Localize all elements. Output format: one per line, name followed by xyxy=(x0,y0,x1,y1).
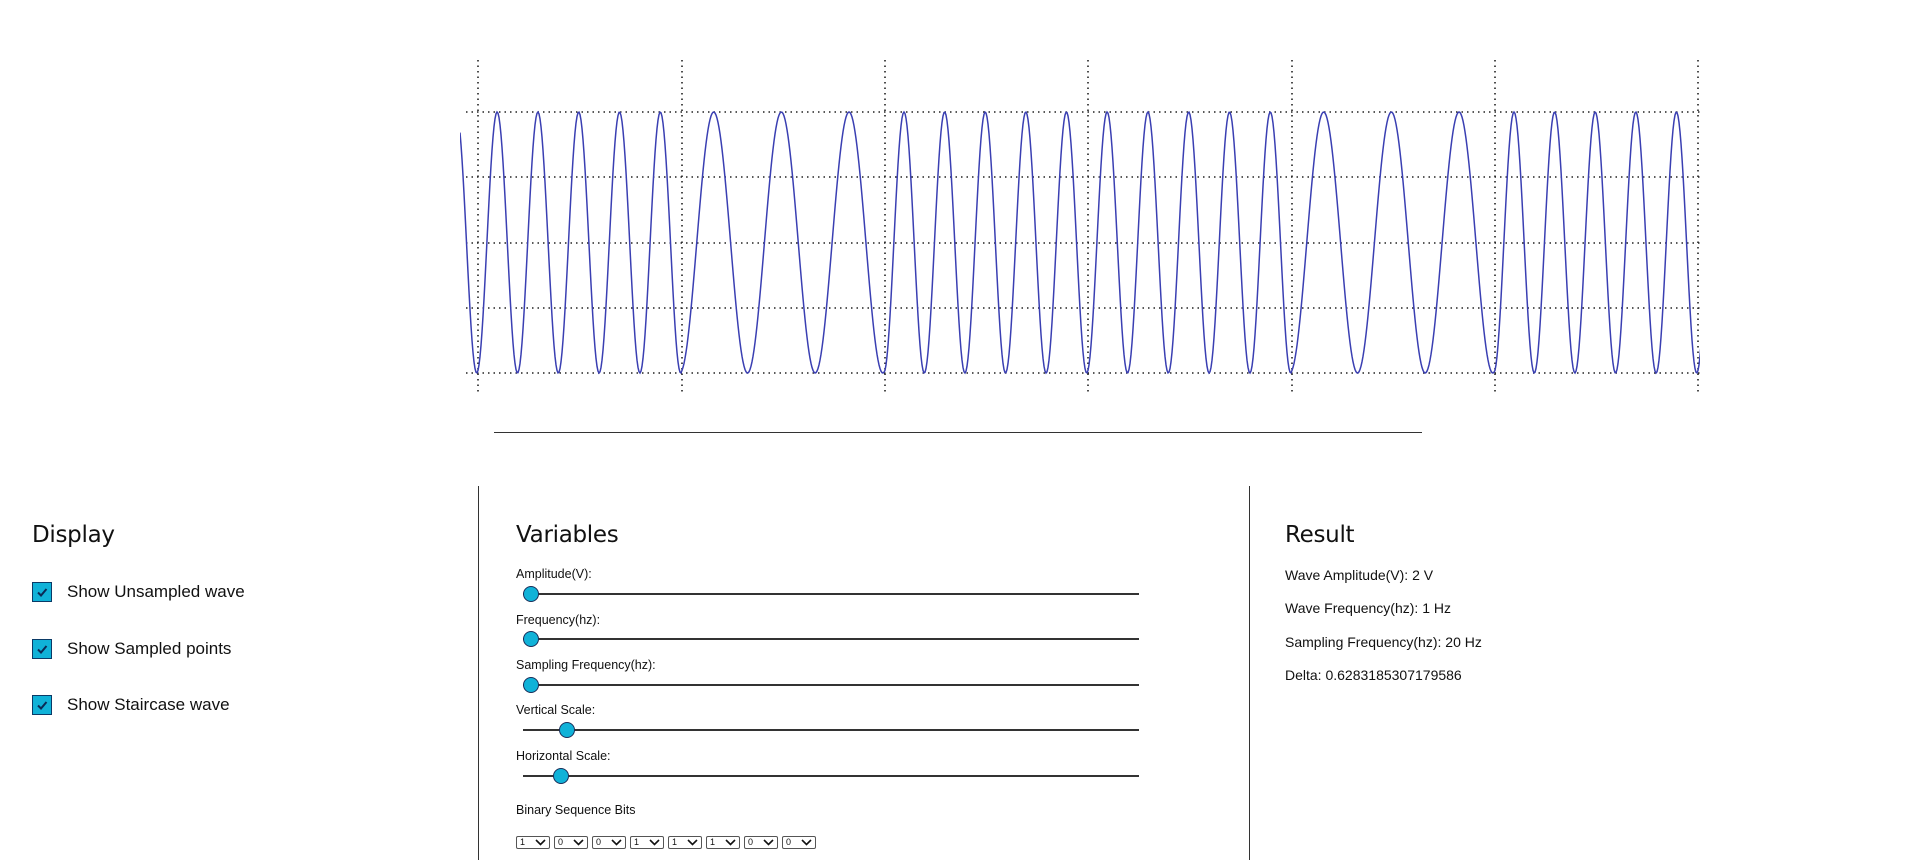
vertical-scale-slider[interactable] xyxy=(523,720,1139,740)
horizontal-scale-label: Horizontal Scale: xyxy=(516,749,611,763)
result-heading: Result xyxy=(1285,522,1355,548)
show-unsampled-wave-option[interactable]: Show Unsampled wave xyxy=(32,582,245,602)
chevron-down-icon xyxy=(725,839,736,846)
slider-track xyxy=(523,684,1139,686)
amplitude-label: Amplitude(V): xyxy=(516,567,592,581)
sampling-frequency-label: Sampling Frequency(hz): xyxy=(516,658,656,672)
chevron-down-icon xyxy=(763,839,774,846)
chevron-down-icon xyxy=(687,839,698,846)
binary-sequence-bits-label: Binary Sequence Bits xyxy=(516,803,636,817)
show-sampled-points-checkbox[interactable] xyxy=(32,639,52,659)
slider-track xyxy=(523,775,1139,777)
bit-select-3[interactable]: 0 xyxy=(592,836,626,849)
chevron-down-icon xyxy=(611,839,622,846)
slider-track xyxy=(523,729,1139,731)
slider-thumb[interactable] xyxy=(523,631,539,647)
sampling-frequency-slider[interactable] xyxy=(523,675,1139,695)
result-wave-frequency: Wave Frequency(hz): 1 Hz xyxy=(1285,600,1451,616)
amplitude-slider[interactable] xyxy=(523,584,1139,604)
bit-select-1[interactable]: 1 xyxy=(516,836,550,849)
slider-thumb[interactable] xyxy=(523,586,539,602)
horizontal-divider xyxy=(494,432,1422,433)
chevron-down-icon xyxy=(649,839,660,846)
result-delta: Delta: 0.6283185307179586 xyxy=(1285,667,1462,683)
panel-separator-right xyxy=(1249,486,1250,860)
slider-thumb[interactable] xyxy=(523,677,539,693)
display-heading: Display xyxy=(32,522,115,548)
bit-select-7[interactable]: 0 xyxy=(744,836,778,849)
show-sampled-points-option[interactable]: Show Sampled points xyxy=(32,639,231,659)
oscilloscope-plot xyxy=(460,60,1700,394)
frequency-label: Frequency(hz): xyxy=(516,613,601,627)
frequency-slider[interactable] xyxy=(523,629,1139,649)
result-sampling-frequency: Sampling Frequency(hz): 20 Hz xyxy=(1285,634,1482,650)
result-wave-amplitude: Wave Amplitude(V): 2 V xyxy=(1285,567,1434,583)
bit-select-5[interactable]: 1 xyxy=(668,836,702,849)
slider-track xyxy=(523,593,1139,595)
variables-heading: Variables xyxy=(516,522,619,548)
slider-track xyxy=(523,638,1139,640)
show-staircase-wave-checkbox[interactable] xyxy=(32,695,52,715)
bit-select-2[interactable]: 0 xyxy=(554,836,588,849)
chevron-down-icon xyxy=(573,839,584,846)
check-icon xyxy=(37,588,48,597)
vertical-scale-label: Vertical Scale: xyxy=(516,703,596,717)
unsampled-wave xyxy=(460,110,1700,375)
chevron-down-icon xyxy=(801,839,812,846)
show-unsampled-wave-checkbox[interactable] xyxy=(32,582,52,602)
slider-thumb[interactable] xyxy=(553,768,569,784)
slider-thumb[interactable] xyxy=(559,722,575,738)
check-icon xyxy=(37,645,48,654)
bit-select-6[interactable]: 1 xyxy=(706,836,740,849)
option-label: Show Unsampled wave xyxy=(67,582,245,601)
show-staircase-wave-option[interactable]: Show Staircase wave xyxy=(32,695,230,715)
panel-separator-left xyxy=(478,486,479,860)
check-icon xyxy=(37,701,48,710)
option-label: Show Staircase wave xyxy=(67,695,230,714)
horizontal-scale-slider[interactable] xyxy=(523,766,1139,786)
binary-sequence-bits: 1 0 0 1 1 1 0 0 xyxy=(516,836,816,849)
option-label: Show Sampled points xyxy=(67,639,232,658)
bit-select-8[interactable]: 0 xyxy=(782,836,816,849)
bit-select-4[interactable]: 1 xyxy=(630,836,664,849)
chevron-down-icon xyxy=(535,839,546,846)
